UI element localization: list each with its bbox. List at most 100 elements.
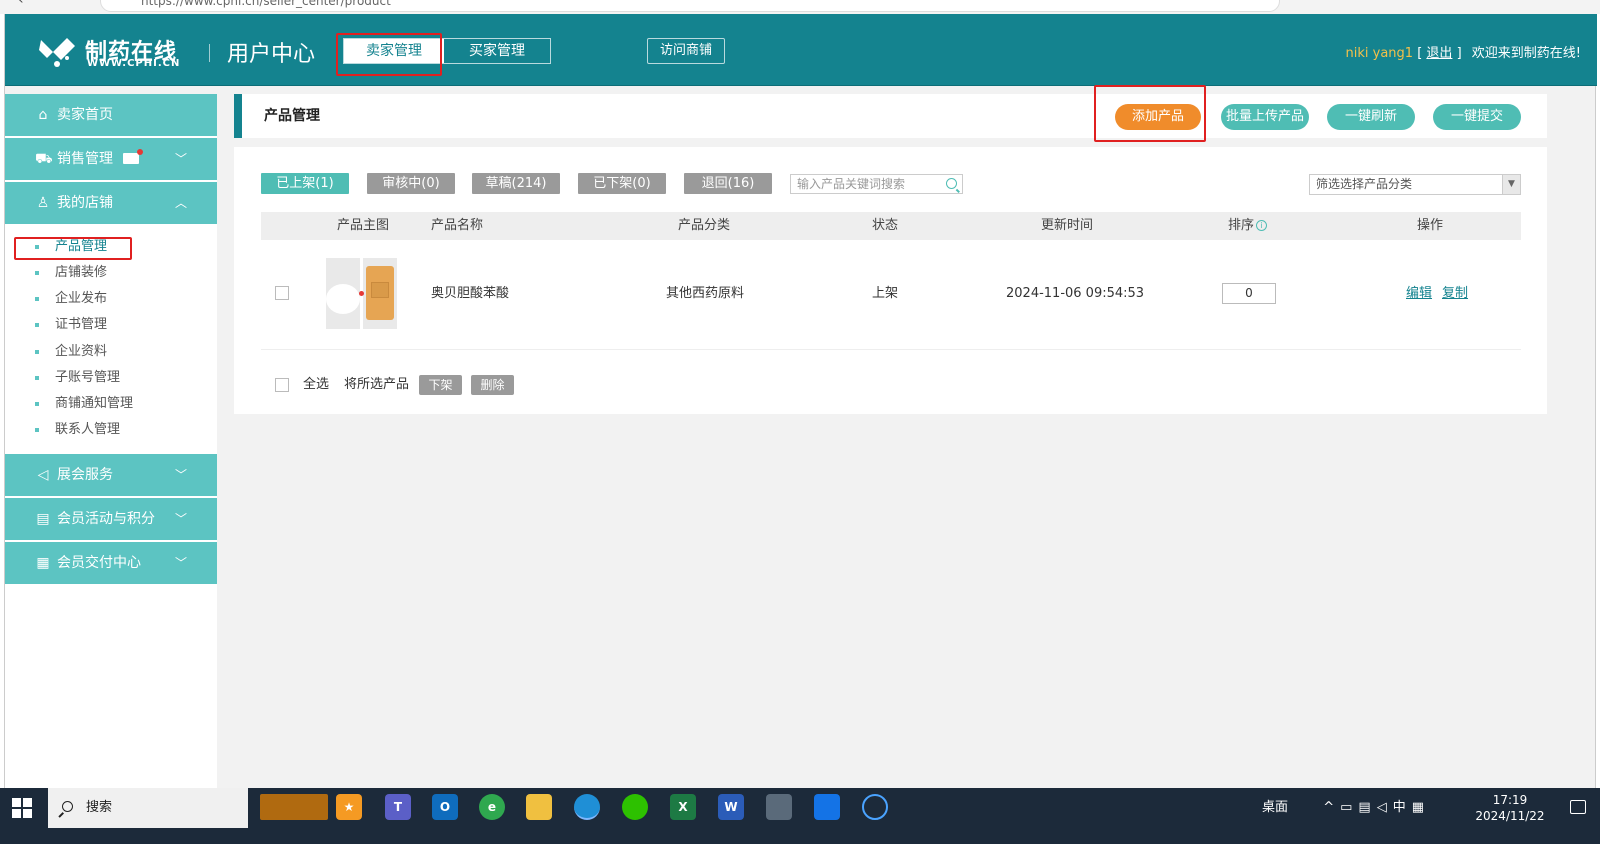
sidebar-subitem-certificates[interactable]: 证书管理 <box>5 312 217 338</box>
wechat-icon[interactable] <box>622 794 648 820</box>
site-logo[interactable]: 制药在线 WWW.CPHI.CN <box>37 32 187 72</box>
sidebar-item-member-activities[interactable]: ▤ 会员活动与积分 ﹀ <box>5 498 217 540</box>
sidebar-item-delivery-center[interactable]: ▦ 会员交付中心 ﹀ <box>5 542 217 584</box>
sidebar-item-seller-home[interactable]: ⌂ 卖家首页 <box>5 94 217 136</box>
select-all-checkbox[interactable] <box>275 378 289 392</box>
windows-start-icon[interactable] <box>12 798 32 818</box>
outlook-icon[interactable]: O <box>432 794 458 820</box>
tab-buyer-management[interactable]: 买家管理 <box>444 39 550 63</box>
header-divider <box>209 44 210 62</box>
product-updated: 2024-11-06 09:54:53 <box>1006 286 1145 301</box>
user-info: niki yang1 [ 退出 ] 欢迎来到制药在线! <box>1346 42 1582 61</box>
thumbnail-marker <box>359 291 364 296</box>
battery-icon[interactable]: ▭ <box>1340 800 1358 815</box>
welcome-text: 欢迎来到制药在线! <box>1471 46 1581 61</box>
sidebar-subitem-sub-accounts[interactable]: 子账号管理 <box>5 365 217 391</box>
sidebar-item-sales-management[interactable]: ⛟ 销售管理 ﹀ <box>5 138 217 180</box>
column-order: 排序 i <box>1228 212 1268 240</box>
sidebar-subitem-company-publish[interactable]: 企业发布 <box>5 286 217 312</box>
product-name: 奥贝胆酸苯酸 <box>431 286 510 301</box>
volume-icon[interactable]: ◁ <box>1377 800 1393 815</box>
category-select[interactable]: 筛选选择产品分类 ▼ <box>1309 174 1521 195</box>
logout-link[interactable]: 退出 <box>1426 46 1452 61</box>
system-tray: ^▭▤◁中▦ <box>1323 788 1430 828</box>
mail-icon <box>123 148 144 164</box>
column-name: 产品名称 <box>431 218 484 233</box>
product-status: 上架 <box>872 286 899 301</box>
sidebar-item-exhibition-services[interactable]: ◁ 展会服务 ﹀ <box>5 454 217 496</box>
highlight-box-seller-tab <box>336 33 442 76</box>
sidebar-item-label: 会员交付中心 <box>57 555 141 571</box>
column-updated: 更新时间 <box>1041 218 1094 233</box>
address-bar[interactable]: https://www.cphi.cn/seller_center/produc… <box>100 0 1280 12</box>
delete-button[interactable]: 删除 <box>471 375 514 395</box>
submit-all-button[interactable]: 一键提交 <box>1433 104 1521 130</box>
user-name: niki yang1 <box>1345 46 1414 61</box>
network-icon[interactable]: ▤ <box>1358 800 1376 815</box>
search-icon[interactable] <box>946 178 957 189</box>
keyboard-icon[interactable]: ▦ <box>1412 800 1430 815</box>
notification-icon[interactable] <box>1570 800 1586 814</box>
chevron-down-icon: ﹀ <box>174 512 187 526</box>
tab-returned[interactable]: 退回(16) <box>684 173 772 194</box>
search-input[interactable] <box>791 175 936 193</box>
document-icon: ▦ <box>36 555 50 571</box>
copy-link[interactable]: 复制 <box>1442 240 1468 347</box>
desktop-label[interactable]: 桌面 <box>1262 788 1288 828</box>
sidebar-subitem-contacts[interactable]: 联系人管理 <box>5 417 217 443</box>
taskbar-search[interactable]: 搜索 <box>48 788 248 828</box>
back-icon[interactable]: ‹ <box>18 0 24 8</box>
star-app-icon[interactable]: ★ <box>336 794 362 820</box>
product-category: 其他西药原料 <box>666 286 745 301</box>
file-explorer-icon[interactable] <box>526 794 552 820</box>
teams-icon[interactable]: T <box>385 794 411 820</box>
column-image: 产品主图 <box>337 218 390 233</box>
select-all-label[interactable]: 全选 <box>303 373 329 397</box>
sidebar-subitem-shop-decoration[interactable]: 店铺装修 <box>5 260 217 286</box>
clock-date: 2024/11/22 <box>1475 809 1545 823</box>
ime-indicator[interactable]: 中 <box>1393 800 1412 815</box>
sidebar-item-label: 会员活动与积分 <box>57 511 155 527</box>
browser-green-icon[interactable]: e <box>479 794 505 820</box>
product-panel: 已上架(1) 审核中(0) 草稿(214) 已下架(0) 退回(16) 筛选选择… <box>234 147 1547 414</box>
word-icon[interactable]: W <box>718 794 744 820</box>
column-category: 产品分类 <box>678 218 731 233</box>
taskbar-clock[interactable]: 17:19 2024/11/22 <box>1470 792 1550 824</box>
visit-shop-button[interactable]: 访问商铺 <box>647 38 725 64</box>
edge-icon[interactable] <box>574 794 600 820</box>
tray-chevron-icon[interactable]: ^ <box>1323 800 1340 815</box>
excel-icon[interactable]: X <box>670 794 696 820</box>
pinned-app-icon[interactable] <box>814 794 840 820</box>
bracket-open: [ <box>1417 46 1423 61</box>
refresh-all-button[interactable]: 一键刷新 <box>1327 104 1415 130</box>
batch-upload-button[interactable]: 批量上传产品 <box>1221 104 1309 130</box>
product-thumbnail[interactable] <box>326 258 397 329</box>
sidebar-subitem-shop-notifications[interactable]: 商铺通知管理 <box>5 391 217 417</box>
calculator-icon[interactable] <box>766 794 792 820</box>
briefcase-icon[interactable] <box>260 794 328 820</box>
tab-drafts[interactable]: 草稿(214) <box>472 173 560 194</box>
logo-icon <box>39 38 75 67</box>
tab-delisted[interactable]: 已下架(0) <box>578 173 666 194</box>
search-app-icon[interactable] <box>862 794 888 820</box>
info-icon[interactable]: i <box>1256 220 1268 231</box>
sidebar-item-my-shop[interactable]: ♙ 我的店铺 ︿ <box>5 182 217 224</box>
order-input[interactable]: 0 <box>1222 283 1276 304</box>
taskbar: 搜索 ★ T O e X W 桌面 ^▭▤◁中▦ 17:19 2024/11/2… <box>0 788 1600 844</box>
edit-link[interactable]: 编辑 <box>1406 240 1432 347</box>
sidebar-subitem-company-info[interactable]: 企业资料 <box>5 339 217 365</box>
table-header: 产品主图 产品名称 产品分类 状态 更新时间 排序 i 操作 <box>261 212 1521 240</box>
row-checkbox[interactable] <box>275 286 289 300</box>
sidebar: ⌂ 卖家首页 ⛟ 销售管理 ﹀ ♙ 我的店铺 ︿ 产品管理 店铺装修 企业发布 … <box>5 94 217 800</box>
taskbar-search-label: 搜索 <box>86 800 113 815</box>
sidebar-item-label: 销售管理 <box>57 151 113 167</box>
page: 制药在线 WWW.CPHI.CN 用户中心 卖家管理 买家管理 访问商铺 nik… <box>4 14 1597 800</box>
sidebar-item-label: 我的店铺 <box>57 195 113 211</box>
tab-under-review[interactable]: 审核中(0) <box>367 173 455 194</box>
tab-listed[interactable]: 已上架(1) <box>261 173 349 194</box>
thumbnail-powder <box>326 284 360 314</box>
chevron-down-icon: ▼ <box>1502 175 1520 194</box>
offline-button[interactable]: 下架 <box>419 375 462 395</box>
chevron-down-icon: ﹀ <box>174 556 187 570</box>
product-search <box>790 174 963 194</box>
